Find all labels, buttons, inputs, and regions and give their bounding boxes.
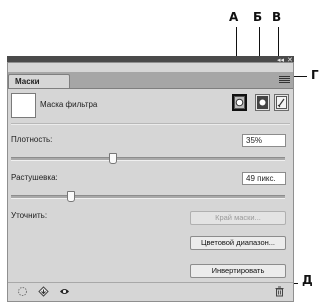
density-label: Плотность: (11, 135, 53, 144)
vector-mask-icon[interactable] (255, 94, 270, 111)
filter-mask-icon[interactable] (274, 94, 289, 111)
invert-button[interactable]: Инвертировать (190, 264, 286, 278)
divider (11, 123, 290, 125)
refine-label: Уточнить: (11, 211, 48, 220)
density-slider[interactable] (11, 153, 285, 164)
panel-bottom-bar (8, 282, 293, 301)
density-input[interactable]: 35% (242, 134, 286, 147)
density-slider-knob[interactable] (109, 153, 117, 164)
eye-icon[interactable] (59, 286, 70, 297)
mask-title: Маска фильтра (40, 100, 98, 109)
panel-tab-strip: Маски (8, 72, 293, 89)
feather-slider[interactable] (11, 191, 285, 202)
tab-masks[interactable]: Маски (8, 74, 70, 88)
callout-a: А (229, 10, 239, 24)
mask-edge-button[interactable]: Край маски... (190, 211, 286, 225)
callout-b: Б (253, 10, 263, 24)
color-range-button[interactable]: Цветовой диапазон... (190, 236, 286, 250)
callout-v: В (272, 10, 282, 24)
pixel-mask-icon[interactable] (232, 94, 247, 111)
panel-menu-icon[interactable] (279, 75, 290, 85)
masks-panel: Маски Маска фильтра Плотность: 35% Расту… (7, 62, 294, 302)
mask-thumbnail (11, 93, 36, 118)
callout-d: Д (302, 273, 313, 287)
feather-label: Растушевка: (11, 173, 58, 182)
apply-mask-icon[interactable] (38, 286, 49, 297)
callout-g: Г (311, 68, 319, 82)
load-selection-icon[interactable] (17, 286, 28, 297)
feather-input[interactable]: 49 пикс. (242, 172, 286, 185)
trash-icon[interactable] (274, 286, 285, 297)
feather-slider-knob[interactable] (67, 191, 75, 202)
